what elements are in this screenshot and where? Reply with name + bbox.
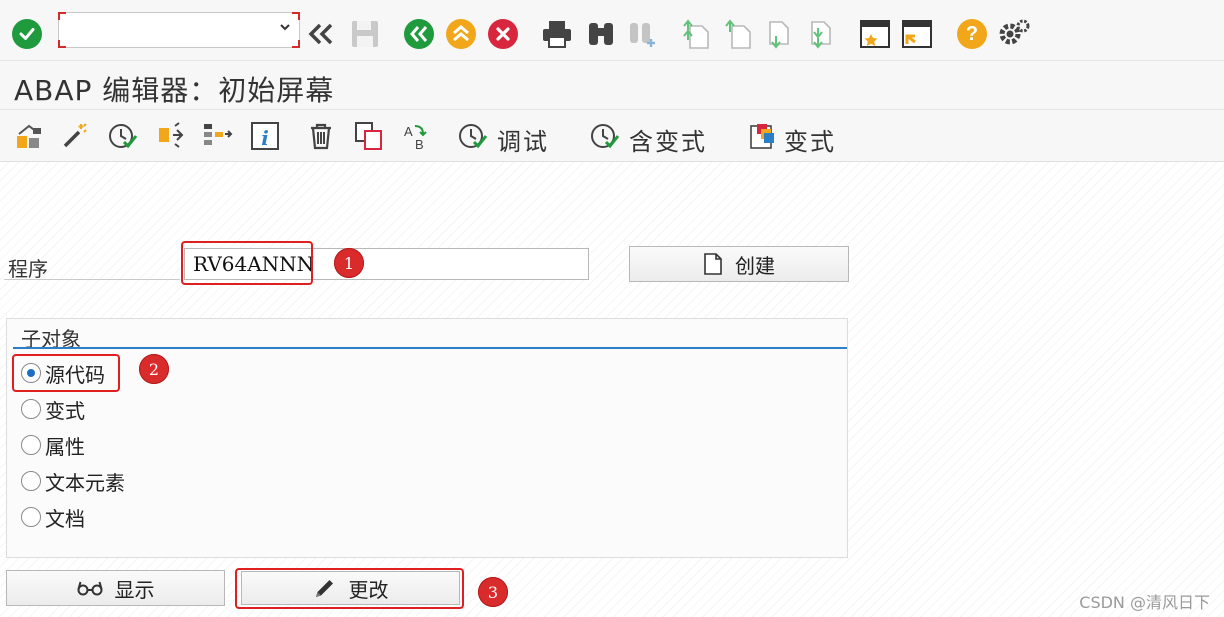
subobject-group: 子对象 源代码 变式 属性 文本元素 文档 [6, 318, 848, 558]
radio-button[interactable] [21, 435, 41, 455]
annotation-badge-2: 2 [139, 354, 169, 384]
page-title: ABAP 编辑器：初始屏幕 [14, 74, 335, 107]
first-page-icon[interactable] [680, 16, 714, 52]
variants-icon[interactable] [746, 119, 780, 153]
back-icon[interactable] [402, 16, 436, 52]
print-icon[interactable] [540, 16, 574, 52]
watermark: CSDN @清风日下 [1079, 593, 1210, 612]
cancel-icon[interactable] [486, 16, 520, 52]
with-variant-button[interactable]: 含变式 [629, 122, 707, 157]
radio-variants[interactable]: 变式 [21, 395, 85, 423]
prev-page-icon[interactable] [722, 16, 756, 52]
save-icon[interactable] [348, 16, 382, 52]
find-icon[interactable] [584, 16, 618, 52]
highlight-box-2 [12, 354, 120, 392]
help-icon[interactable]: ? [955, 16, 989, 52]
radio-label: 文本元素 [45, 470, 125, 495]
create-button-label: 创建 [735, 253, 775, 278]
radio-documentation[interactable]: 文档 [21, 503, 85, 531]
display-button-label: 显示 [114, 577, 155, 602]
debug-button[interactable]: 调试 [497, 122, 549, 157]
svg-text:A: A [404, 124, 413, 139]
other-object-icon[interactable] [12, 119, 46, 153]
debug-icon[interactable] [456, 119, 490, 153]
system-toolbar: ? [0, 0, 1224, 60]
svg-text:B: B [415, 137, 424, 152]
subobject-title-underline [13, 347, 847, 349]
radio-button[interactable] [21, 507, 41, 527]
enter-icon[interactable] [10, 16, 44, 52]
program-label-underline [4, 279, 180, 280]
create-session-icon[interactable] [858, 16, 892, 52]
shortcut-icon[interactable] [900, 16, 934, 52]
display-button[interactable]: 显示 [6, 570, 225, 606]
chevron-down-icon[interactable] [279, 21, 291, 37]
program-label: 程序 [8, 257, 48, 281]
radio-label: 属性 [45, 434, 85, 459]
title-bar: ABAP 编辑器：初始屏幕 [0, 60, 1224, 110]
annotation-badge-1: 1 [334, 248, 364, 278]
with-variant-icon[interactable] [588, 119, 622, 153]
rename-icon[interactable]: AB [400, 119, 434, 153]
find-next-icon[interactable] [626, 16, 660, 52]
glasses-icon [77, 579, 103, 597]
exit-icon[interactable] [444, 16, 478, 52]
radio-button[interactable] [21, 471, 41, 491]
highlight-box-1 [181, 241, 313, 285]
annotation-badge-3: 3 [478, 577, 508, 607]
create-button[interactable]: 创建 [629, 246, 849, 282]
where-used-icon[interactable] [200, 119, 234, 153]
delete-icon[interactable] [304, 119, 338, 153]
magic-wand-icon[interactable] [58, 119, 92, 153]
back-double-chevron-icon[interactable] [304, 16, 338, 52]
application-toolbar: i AB 调试 含变式 变式 [0, 110, 1224, 162]
check-syntax-icon[interactable] [106, 119, 140, 153]
svg-text:i: i [261, 126, 269, 150]
highlight-box-3 [235, 568, 464, 609]
command-field[interactable] [58, 12, 300, 48]
activate-icon[interactable] [154, 119, 188, 153]
radio-text-elements[interactable]: 文本元素 [21, 467, 125, 495]
info-icon[interactable]: i [248, 119, 282, 153]
radio-attributes[interactable]: 属性 [21, 431, 85, 459]
command-input[interactable] [65, 17, 265, 43]
radio-label: 文档 [45, 506, 85, 531]
variants-button[interactable]: 变式 [784, 122, 836, 157]
document-icon [703, 252, 723, 276]
last-page-icon[interactable] [806, 16, 840, 52]
copy-icon[interactable] [352, 119, 386, 153]
next-page-icon[interactable] [764, 16, 798, 52]
radio-button[interactable] [21, 399, 41, 419]
settings-icon[interactable] [997, 16, 1031, 52]
radio-label: 变式 [45, 398, 85, 423]
